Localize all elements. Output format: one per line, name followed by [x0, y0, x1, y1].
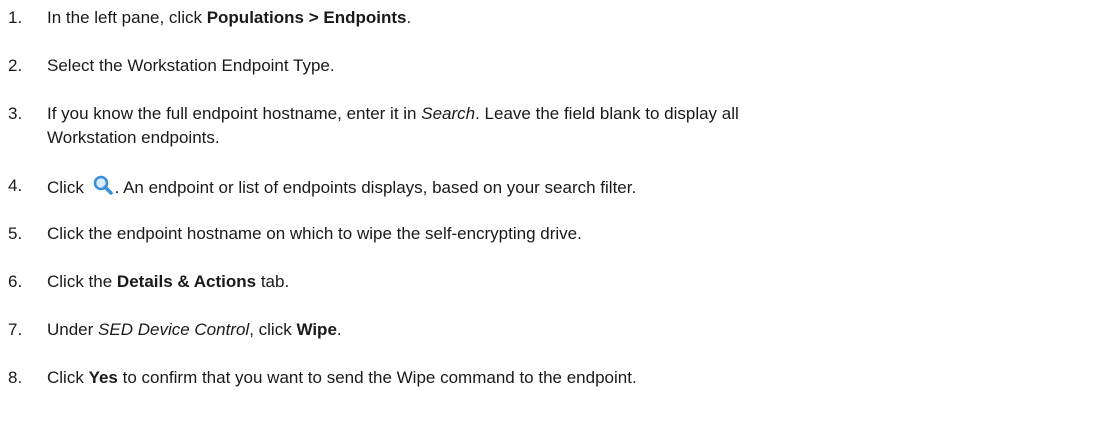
- step-text: Click the Details & Actions tab.: [47, 270, 1085, 294]
- confirm-option: Yes: [88, 368, 118, 387]
- step-text: Select the Workstation Endpoint Type.: [47, 54, 1085, 78]
- step-text-part: In the left pane, click: [47, 8, 207, 27]
- step-number: 4.: [8, 176, 23, 195]
- step-number: 2.: [8, 56, 23, 75]
- tab-name: Details & Actions: [116, 272, 257, 291]
- step-text: Under SED Device Control, click Wipe.: [47, 318, 1085, 342]
- action-name: Wipe: [296, 320, 337, 339]
- step-text-part: Click the endpoint hostname on which to …: [47, 224, 582, 243]
- step-text: Click Yes to confirm that you want to se…: [47, 366, 1085, 390]
- step-number: 1.: [8, 8, 23, 27]
- step-text-part: Click the: [47, 272, 117, 291]
- step-number: 5.: [8, 224, 23, 243]
- step-text-part: Under: [47, 320, 99, 339]
- step-text-part: tab.: [256, 272, 290, 291]
- step-text-part: . An endpoint or list of endpoints displ…: [114, 178, 637, 197]
- step-text: In the left pane, click Populations > En…: [47, 6, 1085, 30]
- step-text: If you know the full endpoint hostname, …: [47, 102, 1085, 150]
- step-text-part: Click: [47, 178, 89, 197]
- menu-path: Populations > Endpoints: [206, 8, 407, 27]
- step-text-part: Select the Workstation Endpoint Type.: [47, 56, 335, 75]
- search-icon: [92, 174, 114, 196]
- step-text-part: .: [336, 320, 342, 339]
- step-number: 3.: [8, 104, 23, 123]
- field-name: Search: [421, 104, 476, 123]
- step-text-part: . Leave the field blank to display all: [475, 104, 739, 123]
- step-text-part: , click: [249, 320, 297, 339]
- step-text: Click . An endpoint or list of endpoints…: [47, 174, 1085, 200]
- step-number: 6.: [8, 272, 23, 291]
- step-number: 8.: [8, 368, 23, 387]
- step-text-part: If you know the full endpoint hostname, …: [47, 104, 422, 123]
- step-text-part: Workstation endpoints.: [47, 128, 220, 147]
- numbered-step-list: 1. In the left pane, click Populations >…: [0, 0, 1095, 421]
- step-number: 7.: [8, 320, 23, 339]
- section-name: SED Device Control: [98, 320, 250, 339]
- step-text-part: Click: [47, 368, 89, 387]
- step-text: Click the endpoint hostname on which to …: [47, 222, 1085, 246]
- step-text-part: to confirm that you want to send the Wip…: [117, 368, 637, 387]
- step-text-part: .: [406, 8, 412, 27]
